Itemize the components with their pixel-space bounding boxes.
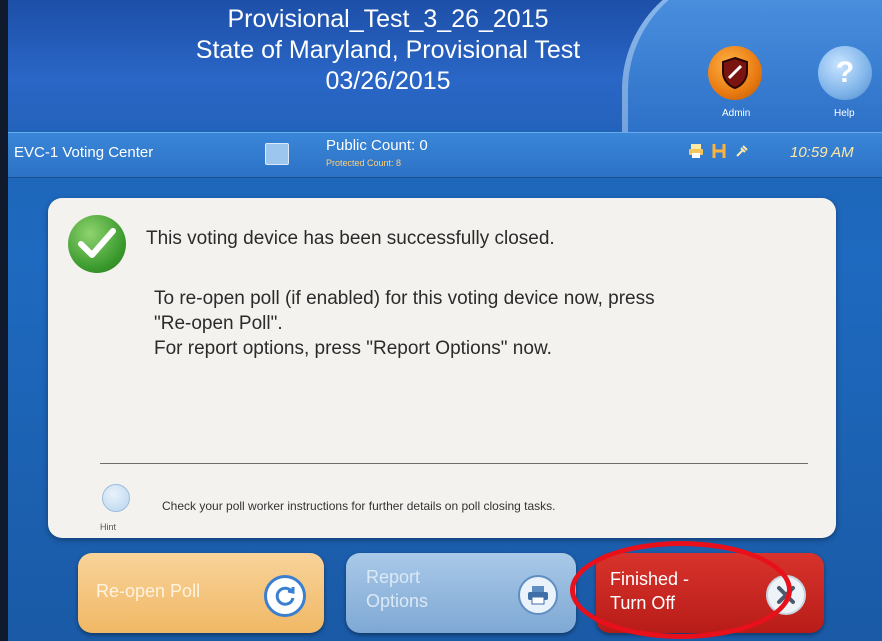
finished-line-2: Turn Off	[610, 593, 676, 613]
instruction-line-1: To re-open poll (if enabled) for this vo…	[154, 288, 655, 309]
voting-center-name: EVC-1 Voting Center	[14, 144, 154, 161]
reopen-poll-button[interactable]: Re-open Poll	[78, 553, 324, 633]
report-options-line-1: Report	[366, 567, 421, 587]
title-line-2: State of Maryland, Provisional Test	[195, 36, 581, 64]
finished-turn-off-label: Finished - Turn Off	[610, 567, 689, 615]
hint-text: Check your poll worker instructions for …	[162, 499, 556, 513]
shield-icon	[722, 56, 748, 90]
reopen-poll-label: Re-open Poll	[96, 581, 201, 601]
help-label: Help	[834, 108, 855, 119]
instruction-line-3: For report options, press "Report Option…	[154, 338, 552, 359]
close-glyph	[777, 586, 795, 604]
refresh-glyph	[275, 586, 295, 606]
header: Provisional_Test_3_26_2015 State of Mary…	[8, 0, 882, 140]
title-line-1: Provisional_Test_3_26_2015	[227, 5, 549, 33]
clock: 10:59 AM	[790, 144, 854, 161]
status-bar: EVC-1 Voting Center Public Count: 0 Prot…	[8, 132, 882, 178]
ballot-box-icon	[265, 143, 289, 165]
hint-label: Hint	[100, 522, 117, 532]
report-options-label: Report Options	[366, 565, 428, 613]
admin-label: Admin	[722, 108, 751, 119]
refresh-icon	[264, 575, 306, 617]
finished-turn-off-button[interactable]: Finished - Turn Off	[596, 553, 824, 633]
printer-icon	[689, 144, 703, 158]
report-options-line-2: Options	[366, 591, 429, 611]
h-icon	[712, 144, 726, 158]
divider	[100, 463, 808, 464]
finished-line-1: Finished -	[610, 569, 690, 589]
election-title: Provisional_Test_3_26_2015 State of Mary…	[148, 4, 628, 97]
public-count: Public Count: 0	[326, 137, 428, 154]
closed-message: This voting device has been successfully…	[146, 228, 555, 249]
help-button[interactable]: ?	[818, 46, 872, 100]
instructions: To re-open poll (if enabled) for this vo…	[154, 286, 824, 361]
title-line-3: 03/26/2015	[325, 67, 451, 95]
power-plug-icon	[736, 145, 748, 157]
protected-count: Protected Count: 8	[326, 158, 402, 168]
close-icon	[766, 575, 806, 615]
hint-icon	[102, 484, 130, 512]
checkmark-icon	[68, 215, 126, 273]
message-panel: This voting device has been successfully…	[48, 198, 836, 538]
checkmark-glyph	[78, 228, 116, 258]
question-mark-icon: ?	[835, 56, 855, 89]
report-options-button[interactable]: Report Options	[346, 553, 576, 633]
printer-glyph	[528, 586, 548, 605]
voting-device-screen: Provisional_Test_3_26_2015 State of Mary…	[8, 0, 882, 641]
instruction-line-2: "Re-open Poll".	[154, 313, 283, 334]
printer-icon	[518, 575, 558, 615]
status-icons	[688, 143, 750, 159]
admin-button[interactable]	[708, 46, 762, 100]
